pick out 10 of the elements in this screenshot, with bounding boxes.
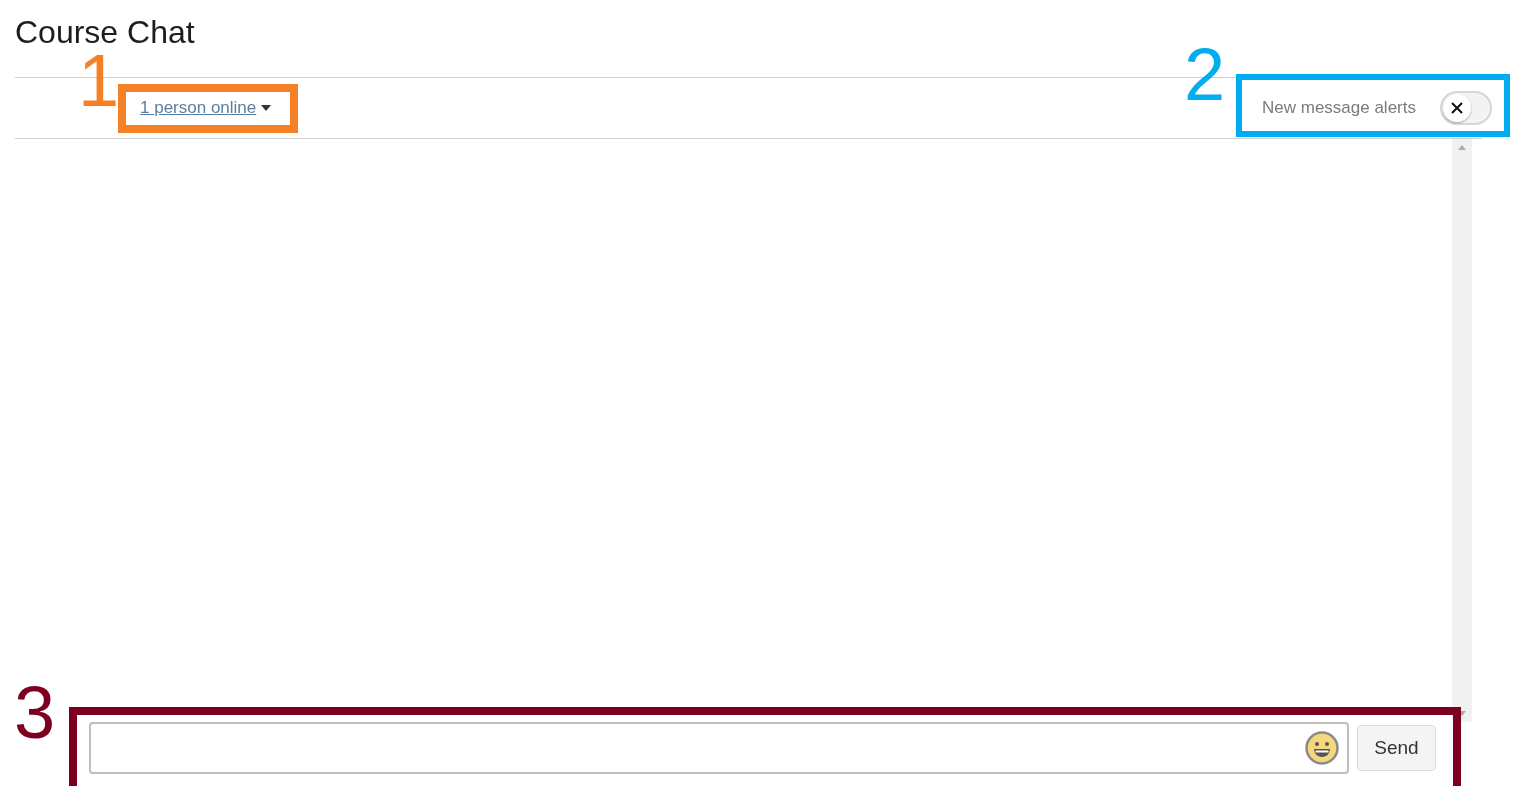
send-button[interactable]: Send	[1357, 725, 1436, 771]
alerts-toggle[interactable]	[1440, 91, 1492, 125]
callout-number: 3	[14, 676, 56, 750]
callout-number: 2	[1184, 38, 1226, 112]
smiley-icon[interactable]	[1305, 731, 1339, 765]
online-users-link[interactable]: 1 person online	[140, 98, 272, 118]
scrollbar[interactable]	[1452, 139, 1472, 722]
caret-icon	[261, 105, 272, 111]
close-icon	[1451, 102, 1463, 114]
alerts-label: New message alerts	[1262, 98, 1416, 118]
